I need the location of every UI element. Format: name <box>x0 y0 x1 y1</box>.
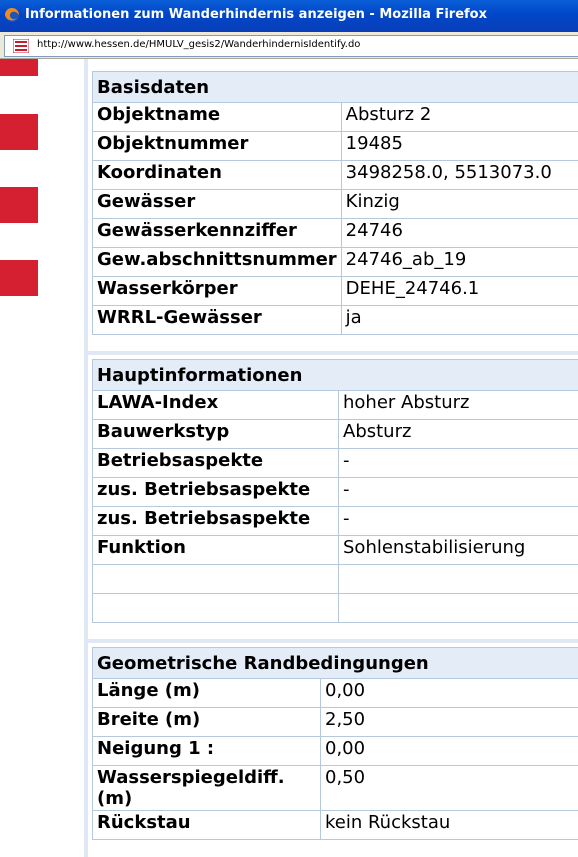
table-row: Wasserspiegeldiff. (m) 0,50 <box>92 765 578 811</box>
field-label: Koordinaten <box>92 160 342 190</box>
main-content: Basisdaten Objektname Absturz 2 Objektnum… <box>88 59 578 857</box>
field-label: Gewässer <box>92 189 342 219</box>
section-header: Basisdaten <box>92 71 578 103</box>
section-geometrische-randbedingungen: Geometrische Randbedingungen Länge (m) 0,… <box>92 647 578 840</box>
left-navigation-strip <box>0 59 84 857</box>
window-title: Informationen zum Wanderhindernis anzeig… <box>25 7 487 22</box>
table-row: Gewässerkennziffer 24746 <box>92 218 578 248</box>
nav-marker[interactable] <box>0 114 38 150</box>
table-row: zus. Betriebsaspekte - <box>92 506 578 536</box>
field-value: 0,00 <box>320 736 578 766</box>
section-header: Hauptinformationen <box>92 359 578 391</box>
field-label: Neigung 1 : <box>92 736 321 766</box>
field-value: Absturz <box>338 419 578 449</box>
table-row: Koordinaten 3498258.0, 5513073.0 <box>92 160 578 190</box>
field-value: 3498258.0, 5513073.0 <box>340 160 578 190</box>
field-label: zus. Betriebsaspekte <box>92 506 339 536</box>
field-label: Objektnummer <box>92 131 342 161</box>
field-value: 0,00 <box>320 678 578 708</box>
section-hauptinformationen: Hauptinformationen LAWA-Index hoher Abstu… <box>92 359 578 623</box>
field-value: hoher Absturz <box>338 390 578 420</box>
url-text: http://www.hessen.de/HMULV_gesis2/Wander… <box>37 39 361 50</box>
window-titlebar[interactable]: Informationen zum Wanderhindernis anzeig… <box>0 0 578 32</box>
section-divider <box>88 639 578 643</box>
field-value: - <box>338 477 578 507</box>
field-value: Absturz 2 <box>340 102 578 132</box>
field-value: - <box>338 448 578 478</box>
field-label: zus. Betriebsaspekte <box>92 477 339 507</box>
firefox-icon <box>5 8 19 22</box>
table-row <box>92 593 578 623</box>
field-label: Breite (m) <box>92 707 321 737</box>
field-value <box>338 593 578 623</box>
table-row: Bauwerkstyp Absturz <box>92 419 578 449</box>
field-label: Wasserkörper <box>92 276 342 306</box>
address-bar: http://www.hessen.de/HMULV_gesis2/Wander… <box>0 32 578 59</box>
field-value: 2,50 <box>320 707 578 737</box>
field-value: Kinzig <box>340 189 578 219</box>
table-row: Betriebsaspekte - <box>92 448 578 478</box>
table-row: Neigung 1 :0,00 <box>92 736 578 766</box>
field-label: Betriebsaspekte <box>92 448 339 478</box>
table-row: Breite (m) 2,50 <box>92 707 578 737</box>
field-label <box>92 593 339 623</box>
field-label: LAWA-Index <box>92 390 339 420</box>
field-value: 24746_ab_19 <box>340 247 578 277</box>
nav-marker[interactable] <box>0 260 38 296</box>
field-label: WRRL-Gewässer <box>92 305 342 335</box>
section-header: Geometrische Randbedingungen <box>92 647 578 679</box>
field-value: - <box>338 506 578 536</box>
field-value <box>338 564 578 594</box>
field-value: ja <box>340 305 578 335</box>
field-value: Sohlenstabilisierung <box>338 535 578 565</box>
table-row: Gewässer Kinzig <box>92 189 578 219</box>
url-field[interactable]: http://www.hessen.de/HMULV_gesis2/Wander… <box>4 35 578 57</box>
field-label: Funktion <box>92 535 339 565</box>
table-row: Wasserkörper DEHE_24746.1 <box>92 276 578 306</box>
table-row: Funktion Sohlenstabilisierung <box>92 535 578 565</box>
field-label: Gewässerkennziffer <box>92 218 342 248</box>
field-label <box>92 564 339 594</box>
table-row: zus. Betriebsaspekte - <box>92 477 578 507</box>
field-value: 19485 <box>340 131 578 161</box>
field-value: DEHE_24746.1 <box>340 276 578 306</box>
field-value: 24746 <box>340 218 578 248</box>
field-label: Wasserspiegeldiff. (m) <box>92 765 321 811</box>
nav-marker[interactable] <box>0 187 38 223</box>
table-row: WRRL-Gewässer ja <box>92 305 578 335</box>
table-row: Rückstau kein Rückstau <box>92 810 578 840</box>
site-favicon-icon <box>13 39 29 53</box>
field-label: Bauwerkstyp <box>92 419 339 449</box>
table-row: Objektnummer 19485 <box>92 131 578 161</box>
field-value: kein Rückstau <box>320 810 578 840</box>
table-row: Objektname Absturz 2 <box>92 102 578 132</box>
field-label: Rückstau <box>92 810 321 840</box>
table-row: LAWA-Index hoher Absturz <box>92 390 578 420</box>
section-divider <box>88 351 578 355</box>
table-row <box>92 564 578 594</box>
table-row: Gew.abschnittsnummer 24746_ab_19 <box>92 247 578 277</box>
field-label: Objektname <box>92 102 342 132</box>
section-basisdaten: Basisdaten Objektname Absturz 2 Objektnum… <box>92 71 578 335</box>
nav-marker[interactable] <box>0 59 38 76</box>
field-value: 0,50 <box>320 765 578 811</box>
field-label: Länge (m) <box>92 678 321 708</box>
table-row: Länge (m) 0,00 <box>92 678 578 708</box>
field-label: Gew.abschnittsnummer <box>92 247 342 277</box>
